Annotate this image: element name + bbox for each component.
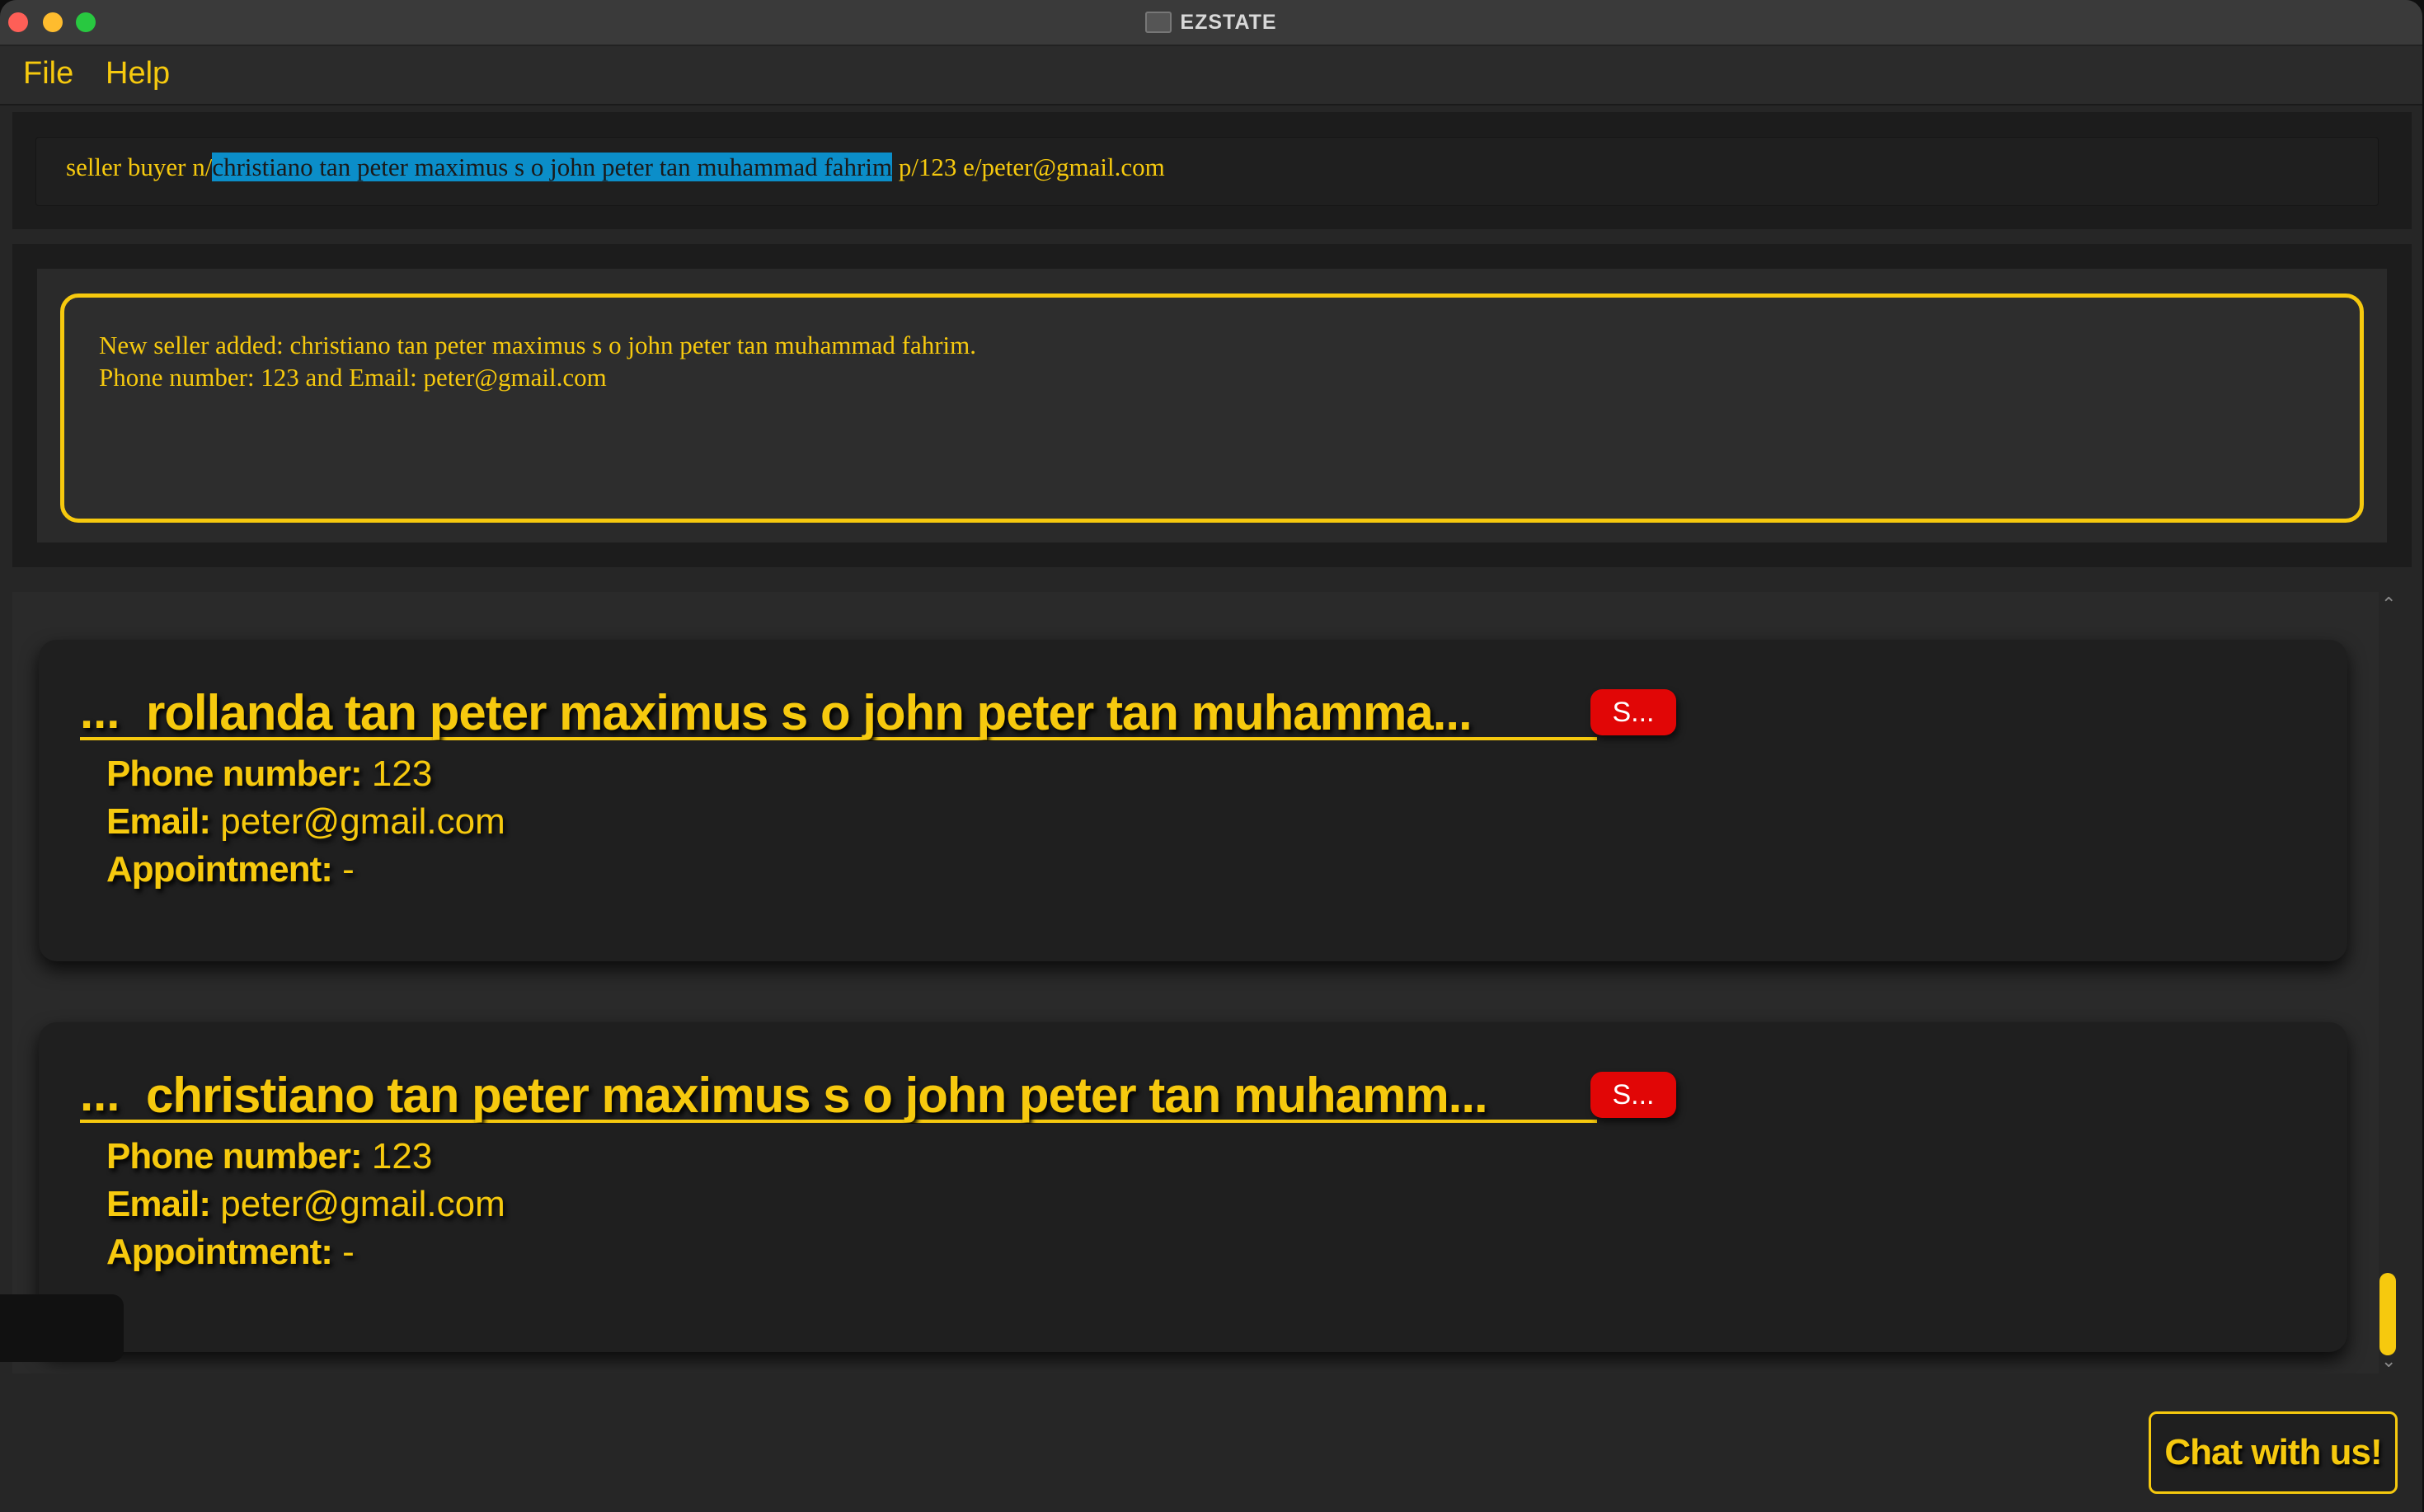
command-selection: christiano tan peter maximus s o john pe… [212, 153, 893, 181]
role-tag: S... [1590, 689, 1676, 735]
menu-file[interactable]: File [23, 56, 73, 92]
result-panel: New seller added: christiano tan peter m… [37, 269, 2387, 542]
command-input[interactable]: seller buyer n/christiano tan peter maxi… [35, 137, 2379, 206]
result-area: New seller added: christiano tan peter m… [12, 244, 2412, 567]
command-text: seller buyer n/christiano tan peter maxi… [66, 153, 1165, 182]
result-display: New seller added: christiano tan peter m… [60, 293, 2364, 523]
card-title: ... christiano tan peter maximus s o joh… [80, 1065, 1597, 1123]
card-phone: Phone number: 123 [106, 754, 432, 795]
menu-help[interactable]: Help [106, 56, 170, 92]
list-scrollbar[interactable]: ⌃ ⌄ [2373, 592, 2406, 1373]
menu-bar: File Help [0, 46, 2422, 106]
card-email: Email: peter@gmail.com [106, 801, 505, 843]
chevron-up-icon[interactable]: ⌃ [2381, 594, 2396, 615]
phone-value: 123 [361, 754, 433, 794]
scrollbar-thumb[interactable] [2379, 1273, 2396, 1355]
command-area: seller buyer n/christiano tan peter maxi… [12, 112, 2412, 229]
person-card[interactable]: ... christiano tan peter maximus s o joh… [39, 1022, 2347, 1352]
card-email: Email: peter@gmail.com [106, 1184, 505, 1225]
footer-bar: Chat with us! [0, 1378, 2422, 1512]
result-line-1: New seller added: christiano tan peter m… [99, 331, 977, 359]
person-list[interactable]: ... rollanda tan peter maximus s o john … [12, 592, 2379, 1373]
card-appointment: Appointment: - [106, 1232, 355, 1273]
email-label: Email: [106, 1184, 211, 1224]
window-title: EZSTATE [1180, 10, 1277, 34]
card-index: ... [80, 1068, 120, 1121]
overlay-patch [0, 1294, 124, 1362]
chevron-down-icon[interactable]: ⌄ [2381, 1350, 2396, 1372]
phone-label: Phone number: [106, 754, 363, 794]
role-tag: S... [1590, 1072, 1676, 1118]
card-title: ... rollanda tan peter maximus s o john … [80, 683, 1597, 740]
command-prefix: seller buyer n/ [66, 153, 213, 181]
phone-value: 123 [361, 1136, 433, 1176]
appointment-value: - [331, 1232, 355, 1272]
command-suffix: p/123 e/peter@gmail.com [892, 153, 1165, 181]
phone-label: Phone number: [106, 1136, 363, 1176]
window-title-group: EZSTATE [0, 0, 2422, 45]
email-label: Email: [106, 801, 211, 842]
appointment-value: - [331, 849, 355, 890]
person-card[interactable]: ... rollanda tan peter maximus s o john … [39, 640, 2347, 961]
app-icon [1145, 12, 1172, 33]
app-window: EZSTATE File Help seller buyer n/christi… [0, 0, 2422, 1512]
appointment-label: Appointment: [106, 1232, 333, 1272]
card-name: rollanda tan peter maximus s o john pete… [146, 685, 1473, 740]
result-line-2: Phone number: 123 and Email: peter@gmail… [99, 363, 607, 392]
card-index: ... [80, 685, 120, 739]
email-value: peter@gmail.com [210, 1184, 505, 1224]
appointment-label: Appointment: [106, 849, 333, 890]
chat-button[interactable]: Chat with us! [2149, 1411, 2398, 1494]
card-phone: Phone number: 123 [106, 1136, 432, 1177]
card-name: christiano tan peter maximus s o john pe… [146, 1068, 1488, 1123]
result-message: New seller added: christiano tan peter m… [99, 329, 976, 393]
card-appointment: Appointment: - [106, 849, 355, 890]
email-value: peter@gmail.com [210, 801, 505, 842]
title-bar: EZSTATE [0, 0, 2422, 46]
